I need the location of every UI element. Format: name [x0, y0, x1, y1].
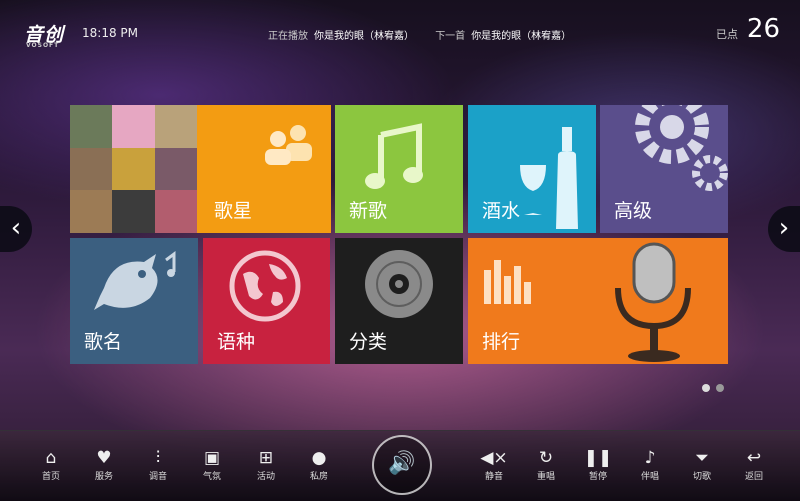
- next-song-label: 下一首: [435, 31, 466, 42]
- tile-ranking-label: 排行: [482, 331, 521, 353]
- skip-icon: ⏷: [695, 448, 709, 468]
- mute-icon: ◀×: [480, 448, 508, 468]
- gift-icon: ⊞: [258, 448, 274, 468]
- tile-drinks[interactable]: 酒水: [468, 105, 596, 233]
- tile-new-song[interactable]: 新歌: [335, 105, 463, 233]
- tile-language-label: 语种: [217, 331, 256, 353]
- now-playing-label: 正在播放: [268, 31, 308, 42]
- mute-button[interactable]: ◀× 静音: [474, 447, 514, 482]
- tile-singer[interactable]: 歌星: [70, 105, 331, 233]
- back-button[interactable]: ↩ 返回: [734, 447, 774, 482]
- page-indicator: [702, 377, 730, 396]
- chat-bubble-icon: ▣: [203, 448, 221, 468]
- bird-icon: [94, 251, 176, 310]
- top-bar: 音创 VOSOFT 18:18 PM 正在播放 你是我的眼（林宥嘉） 下一首 你是我的…: [0, 0, 800, 66]
- volume-button[interactable]: 🔊: [372, 435, 432, 495]
- singer-icon: [265, 125, 312, 165]
- sound-button[interactable]: ⫶ 调音: [138, 447, 178, 482]
- atmosphere-button[interactable]: ▣ 气氛: [192, 447, 232, 482]
- tile-category-label: 分类: [349, 331, 388, 353]
- chevron-right-icon: ›: [778, 213, 790, 243]
- tile-new-song-label: 新歌: [349, 200, 388, 222]
- next-page-button[interactable]: ›: [768, 206, 800, 252]
- tile-ranking[interactable]: 排行: [468, 238, 728, 364]
- globe-icon: [229, 250, 301, 322]
- now-playing-title: 你是我的眼（林宥嘉）: [314, 31, 414, 42]
- gears-icon: [635, 105, 728, 191]
- tile-drinks-label: 酒水: [482, 200, 521, 222]
- now-playing: 正在播放 你是我的眼（林宥嘉） 下一首 你是我的眼（林宥嘉）: [268, 27, 571, 42]
- ordered-label: 已点: [716, 28, 738, 41]
- next-song-title: 你是我的眼（林宥嘉）: [471, 31, 572, 42]
- pause-button[interactable]: ❚❚ 暂停: [578, 447, 618, 482]
- prev-page-button[interactable]: ‹: [0, 206, 32, 252]
- tile-song-name-label: 歌名: [84, 331, 123, 353]
- activity-button[interactable]: ⊞ 活动: [246, 447, 286, 482]
- equalizer-icon: ⫶: [155, 448, 161, 468]
- chevron-left-icon: ‹: [10, 213, 22, 243]
- tile-singer-label: 歌星: [214, 200, 253, 222]
- wine-bottle-icon: [520, 127, 578, 229]
- microphone-icon: [615, 242, 691, 362]
- person-icon: ●: [311, 448, 327, 468]
- bottom-toolbar: ⌂ 首页 ♥ 服务 ⫶ 调音 ▣ 气氛 ⊞ 活动 ● 私房 🔊 ◀× 静音 ↻ 重唱 ❚❚ 暂停 …: [0, 430, 800, 501]
- tile-advanced-label: 高级: [614, 200, 653, 222]
- tile-language[interactable]: 语种: [203, 238, 330, 364]
- tile-advanced[interactable]: 高级: [600, 105, 728, 233]
- clock: 18:18 PM: [82, 26, 138, 40]
- back-icon: ↩: [746, 448, 762, 468]
- home-button[interactable]: ⌂ 首页: [31, 447, 71, 482]
- speaker-icon: 🔊: [388, 451, 416, 476]
- private-room-button[interactable]: ● 私房: [299, 447, 339, 482]
- heart-icon: ♥: [96, 448, 112, 468]
- app-logo: 音创 VOSOFT: [24, 24, 65, 49]
- service-button[interactable]: ♥ 服务: [84, 447, 124, 482]
- tile-category[interactable]: 分类: [335, 238, 463, 364]
- mic-icon: ♪: [644, 448, 656, 468]
- replay-icon: ↻: [538, 448, 554, 468]
- skip-button[interactable]: ⏷ 切歌: [682, 447, 722, 482]
- pause-icon: ❚❚: [583, 448, 613, 468]
- replay-button[interactable]: ↻ 重唱: [526, 447, 566, 482]
- bar-chart-icon: [484, 260, 531, 304]
- singer-photo-collage: [70, 105, 197, 233]
- music-note-icon: [365, 123, 423, 189]
- accompany-button[interactable]: ♪ 伴唱: [630, 447, 670, 482]
- ordered-count[interactable]: 26: [747, 14, 780, 44]
- disc-icon: [365, 250, 433, 318]
- tile-song-name[interactable]: 歌名: [70, 238, 198, 364]
- home-icon: ⌂: [45, 448, 57, 468]
